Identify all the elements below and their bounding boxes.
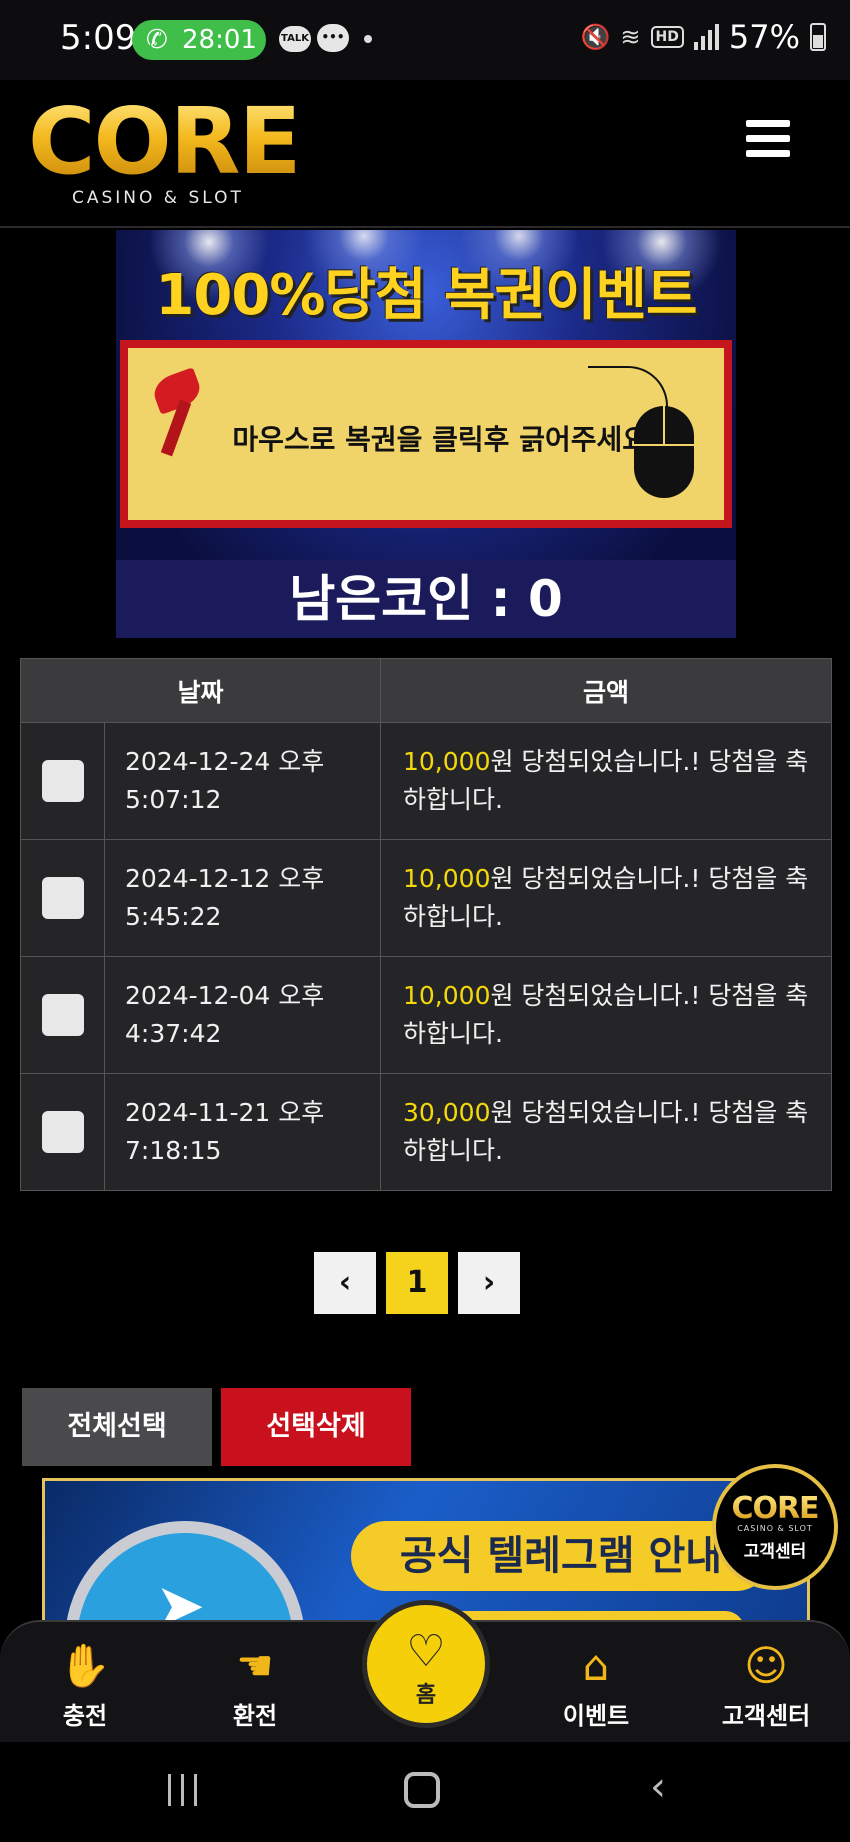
kakaotalk-icon: TALK: [279, 26, 311, 52]
lottery-title: 100%당첨 복권이벤트: [155, 263, 697, 328]
row-amount: 10,000: [403, 864, 491, 893]
nav-deposit[interactable]: ✋ 충전: [25, 1640, 145, 1731]
pagination: ‹ 1 ›: [314, 1252, 520, 1314]
row-date: 2024-12-04 오후: [125, 981, 325, 1010]
cs-logo: CORE: [716, 1494, 834, 1524]
remaining-coins: 남은코인 : 0: [116, 560, 736, 638]
status-time: 5:09: [60, 18, 137, 58]
row-checkbox[interactable]: [41, 994, 84, 1036]
page-1-button[interactable]: 1: [386, 1252, 448, 1314]
back-icon[interactable]: ‹: [650, 1764, 666, 1810]
recent-apps-icon[interactable]: [168, 1774, 197, 1806]
system-navigation-bar: ‹: [0, 1742, 850, 1842]
lottery-event-banner: 100%당첨 복권이벤트 마우스로 복권을 클릭후 긁어주세요 남은코인 : 0: [116, 230, 736, 638]
mouse-icon: [634, 406, 694, 498]
delete-selected-button[interactable]: 선택삭제: [221, 1388, 411, 1466]
table-row: 2024-12-24 오후 5:07:12 10,000원 당첨되었습니다.! 당…: [20, 722, 832, 840]
status-bar: 5:09 ✆ 28:01 TALK ••• 🔇 ≋ HD 57%: [0, 0, 850, 80]
row-amount: 10,000: [403, 747, 491, 776]
message-icon: •••: [317, 24, 349, 52]
row-checkbox[interactable]: [41, 760, 84, 802]
signal-icon: [693, 24, 719, 50]
call-duration: 28:01: [182, 25, 257, 55]
menu-icon[interactable]: [746, 120, 790, 160]
table-row: 2024-12-04 오후 4:37:42 10,000원 당첨되었습니다.! 당…: [20, 956, 832, 1074]
mute-icon: 🔇: [580, 23, 611, 51]
logo-word: CORE: [28, 88, 301, 195]
coins-hand-icon: ✋: [58, 1641, 112, 1690]
row-date: 2024-11-21 오후: [125, 1098, 325, 1127]
battery-percent: 57%: [728, 18, 800, 56]
logo-subtitle: CASINO & SLOT: [72, 188, 244, 208]
wifi-icon: ≋: [620, 23, 641, 51]
ticket-instruction: 마우스로 복권을 클릭후 긁어주세요: [232, 423, 648, 456]
hd-icon: HD: [650, 26, 684, 48]
telegram-banner-text: 공식 텔레그램 안내: [351, 1521, 771, 1591]
site-header: CORE CASINO & SLOT: [0, 80, 850, 228]
row-date: 2024-12-12 오후: [125, 864, 325, 893]
table-row: 2024-12-12 오후 5:45:22 10,000원 당첨되었습니다.! 당…: [20, 839, 832, 957]
home-heart-icon: ♡: [406, 1626, 446, 1677]
customer-center-badge[interactable]: CORE CASINO & SLOT 고객센터: [712, 1464, 838, 1590]
row-amount: 30,000: [403, 1098, 491, 1127]
winnings-table: 날짜 금액 2024-12-24 오후 5:07:12 10,000원 당첨되었습…: [20, 658, 832, 1191]
row-checkbox[interactable]: [41, 1111, 84, 1153]
nav-support[interactable]: ☺ 고객센터: [706, 1640, 826, 1731]
status-right: 🔇 ≋ HD 57%: [581, 18, 826, 56]
table-row: 2024-11-21 오후 7:18:15 30,000원 당첨되었습니다.! 당…: [20, 1073, 832, 1191]
column-date: 날짜: [20, 658, 381, 723]
gift-icon: ⌂: [582, 1641, 610, 1690]
nav-event[interactable]: ⌂ 이벤트: [536, 1640, 656, 1731]
system-home-icon[interactable]: [404, 1772, 440, 1808]
notification-dot-icon: [364, 35, 372, 43]
row-time: 5:45:22: [125, 902, 222, 931]
battery-icon: [810, 23, 826, 51]
nav-withdraw[interactable]: ☚ 환전: [195, 1640, 315, 1731]
headset-icon: ☺: [744, 1641, 788, 1690]
hand-coins-icon: ☚: [236, 1641, 274, 1690]
call-indicator[interactable]: ✆ 28:01: [132, 20, 266, 60]
row-time: 5:07:12: [125, 785, 222, 814]
table-header-row: 날짜 금액: [20, 658, 832, 723]
row-amount: 10,000: [403, 981, 491, 1010]
row-date: 2024-12-24 오후: [125, 747, 325, 776]
site-logo[interactable]: CORE CASINO & SLOT: [28, 96, 301, 209]
select-all-button[interactable]: 전체선택: [22, 1388, 212, 1466]
next-page-button[interactable]: ›: [458, 1252, 520, 1314]
phone-icon: ✆: [146, 25, 168, 55]
nav-home-button[interactable]: ♡ 홈: [362, 1600, 490, 1728]
prev-page-button[interactable]: ‹: [314, 1252, 376, 1314]
row-checkbox[interactable]: [41, 877, 84, 919]
row-time: 4:37:42: [125, 1019, 222, 1048]
row-time: 7:18:15: [125, 1136, 222, 1165]
cs-label: 고객센터: [743, 1542, 807, 1562]
column-amount: 금액: [380, 658, 832, 723]
scratch-ticket[interactable]: 마우스로 복권을 클릭후 긁어주세요: [120, 340, 732, 528]
